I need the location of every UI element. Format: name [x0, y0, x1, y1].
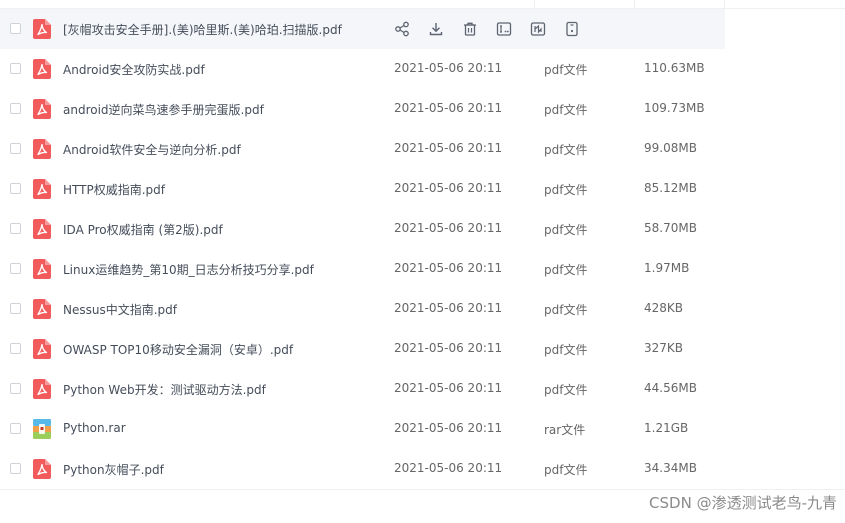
pdf-file-icon	[33, 59, 51, 79]
file-row[interactable]: HTTP权威指南.pdf 2021-05-06 20:11 pdf文件 85.12MB	[0, 169, 845, 209]
file-row[interactable]: IDA Pro权威指南 (第2版).pdf 2021-05-06 20:11 pdf…	[0, 209, 845, 249]
file-date: 2021-05-06 20:11	[394, 61, 503, 75]
file-date: 2021-05-06 20:11	[394, 261, 503, 275]
file-type: rar文件	[544, 423, 586, 437]
list-bottom-divider	[0, 489, 845, 490]
file-type: pdf文件	[544, 383, 588, 397]
file-type: pdf文件	[544, 223, 588, 237]
pdf-file-icon	[33, 139, 51, 159]
file-row[interactable]: Python Web开发：测试驱动方法.pdf 2021-05-06 20:11 p…	[0, 369, 845, 409]
file-type: pdf文件	[544, 463, 588, 477]
file-type: pdf文件	[544, 103, 588, 117]
move-icon[interactable]	[530, 21, 546, 37]
row-checkbox[interactable]	[10, 463, 21, 474]
file-size: 327KB	[644, 341, 684, 355]
file-size: 58.70MB	[644, 221, 697, 235]
file-type: pdf文件	[544, 343, 588, 357]
file-name[interactable]: Python.rar	[63, 421, 126, 435]
file-row[interactable]: android逆向菜鸟速参手册完蛋版.pdf 2021-05-06 20:11 pd…	[0, 89, 845, 129]
file-size: 44.56MB	[644, 381, 697, 395]
pdf-file-icon	[33, 19, 51, 39]
row-checkbox[interactable]	[10, 183, 21, 194]
column-header-strip	[0, 0, 845, 9]
file-size: 1.21GB	[644, 421, 689, 435]
file-row[interactable]: Linux运维趋势_第10期_日志分析技巧分享.pdf 2021-05-06 20…	[0, 249, 845, 289]
pdf-file-icon	[33, 179, 51, 199]
file-date: 2021-05-06 20:11	[394, 341, 503, 355]
file-type: pdf文件	[544, 143, 588, 157]
pdf-file-icon	[33, 99, 51, 119]
pdf-file-icon	[33, 459, 51, 479]
file-type: pdf文件	[544, 183, 588, 197]
file-row[interactable]: Android安全攻防实战.pdf 2021-05-06 20:11 pdf文件 11…	[0, 49, 845, 89]
column-divider	[634, 0, 635, 8]
file-name[interactable]: Android安全攻防实战.pdf	[63, 61, 205, 78]
row-checkbox[interactable]	[10, 63, 21, 74]
pdf-file-icon	[33, 339, 51, 359]
file-size: 1.97MB	[644, 261, 690, 275]
file-row[interactable]: Python.rar 2021-05-06 20:11 rar文件 1.21GB	[0, 409, 845, 449]
file-name[interactable]: Linux运维趋势_第10期_日志分析技巧分享.pdf	[63, 261, 314, 278]
column-divider	[534, 0, 535, 8]
file-size: 110.63MB	[644, 61, 705, 75]
pdf-file-icon	[33, 299, 51, 319]
row-checkbox[interactable]	[10, 343, 21, 354]
file-row[interactable]: Nessus中文指南.pdf 2021-05-06 20:11 pdf文件 428KB	[0, 289, 845, 329]
rename-icon[interactable]	[496, 21, 512, 37]
file-date: 2021-05-06 20:11	[394, 101, 503, 115]
file-type: pdf文件	[544, 63, 588, 77]
file-date: 2021-05-06 20:11	[394, 181, 503, 195]
file-row[interactable]: [灰帽攻击安全手册].(美)哈里斯.(美)哈珀.扫描版.pdf	[0, 9, 725, 49]
file-name[interactable]: HTTP权威指南.pdf	[63, 181, 165, 198]
file-date: 2021-05-06 20:11	[394, 381, 503, 395]
column-divider	[724, 0, 725, 8]
file-date: 2021-05-06 20:11	[394, 421, 503, 435]
rar-file-icon	[33, 419, 51, 439]
share-icon[interactable]	[394, 21, 410, 37]
pdf-file-icon	[33, 259, 51, 279]
file-list: [灰帽攻击安全手册].(美)哈里斯.(美)哈珀.扫描版.pdf Android安全…	[0, 9, 845, 489]
row-checkbox[interactable]	[10, 103, 21, 114]
file-name[interactable]: Android软件安全与逆向分析.pdf	[63, 141, 241, 158]
row-checkbox[interactable]	[10, 223, 21, 234]
file-name[interactable]: [灰帽攻击安全手册].(美)哈里斯.(美)哈珀.扫描版.pdf	[63, 21, 342, 38]
file-size: 109.73MB	[644, 101, 705, 115]
pdf-file-icon	[33, 219, 51, 239]
file-row[interactable]: OWASP TOP10移动安全漏洞（安卓）.pdf 2021-05-06 20:1…	[0, 329, 845, 369]
file-name[interactable]: Python灰帽子.pdf	[63, 461, 164, 478]
row-checkbox[interactable]	[10, 263, 21, 274]
file-size: 99.08MB	[644, 141, 697, 155]
file-name[interactable]: Python Web开发：测试驱动方法.pdf	[63, 381, 266, 398]
delete-icon[interactable]	[462, 21, 478, 37]
file-date: 2021-05-06 20:11	[394, 461, 503, 475]
watermark: CSDN @渗透测试老鸟-九青	[649, 494, 837, 512]
file-type: pdf文件	[544, 303, 588, 317]
file-size: 428KB	[644, 301, 684, 315]
file-date: 2021-05-06 20:11	[394, 141, 503, 155]
row-checkbox[interactable]	[10, 143, 21, 154]
file-row[interactable]: Python灰帽子.pdf 2021-05-06 20:11 pdf文件 34.34M…	[0, 449, 845, 489]
file-name[interactable]: android逆向菜鸟速参手册完蛋版.pdf	[63, 101, 264, 118]
file-date: 2021-05-06 20:11	[394, 301, 503, 315]
file-name[interactable]: IDA Pro权威指南 (第2版).pdf	[63, 221, 223, 238]
more-icon[interactable]	[564, 21, 580, 37]
file-type: pdf文件	[544, 263, 588, 277]
file-date: 2021-05-06 20:11	[394, 221, 503, 235]
file-size: 85.12MB	[644, 181, 697, 195]
file-name[interactable]: OWASP TOP10移动安全漏洞（安卓）.pdf	[63, 341, 293, 358]
file-size: 34.34MB	[644, 461, 697, 475]
row-checkbox[interactable]	[10, 383, 21, 394]
file-name[interactable]: Nessus中文指南.pdf	[63, 301, 177, 318]
download-icon[interactable]	[428, 21, 444, 37]
row-checkbox[interactable]	[10, 303, 21, 314]
row-checkbox[interactable]	[10, 423, 21, 434]
file-row[interactable]: Android软件安全与逆向分析.pdf 2021-05-06 20:11 pdf文…	[0, 129, 845, 169]
row-checkbox[interactable]	[10, 23, 21, 34]
pdf-file-icon	[33, 379, 51, 399]
